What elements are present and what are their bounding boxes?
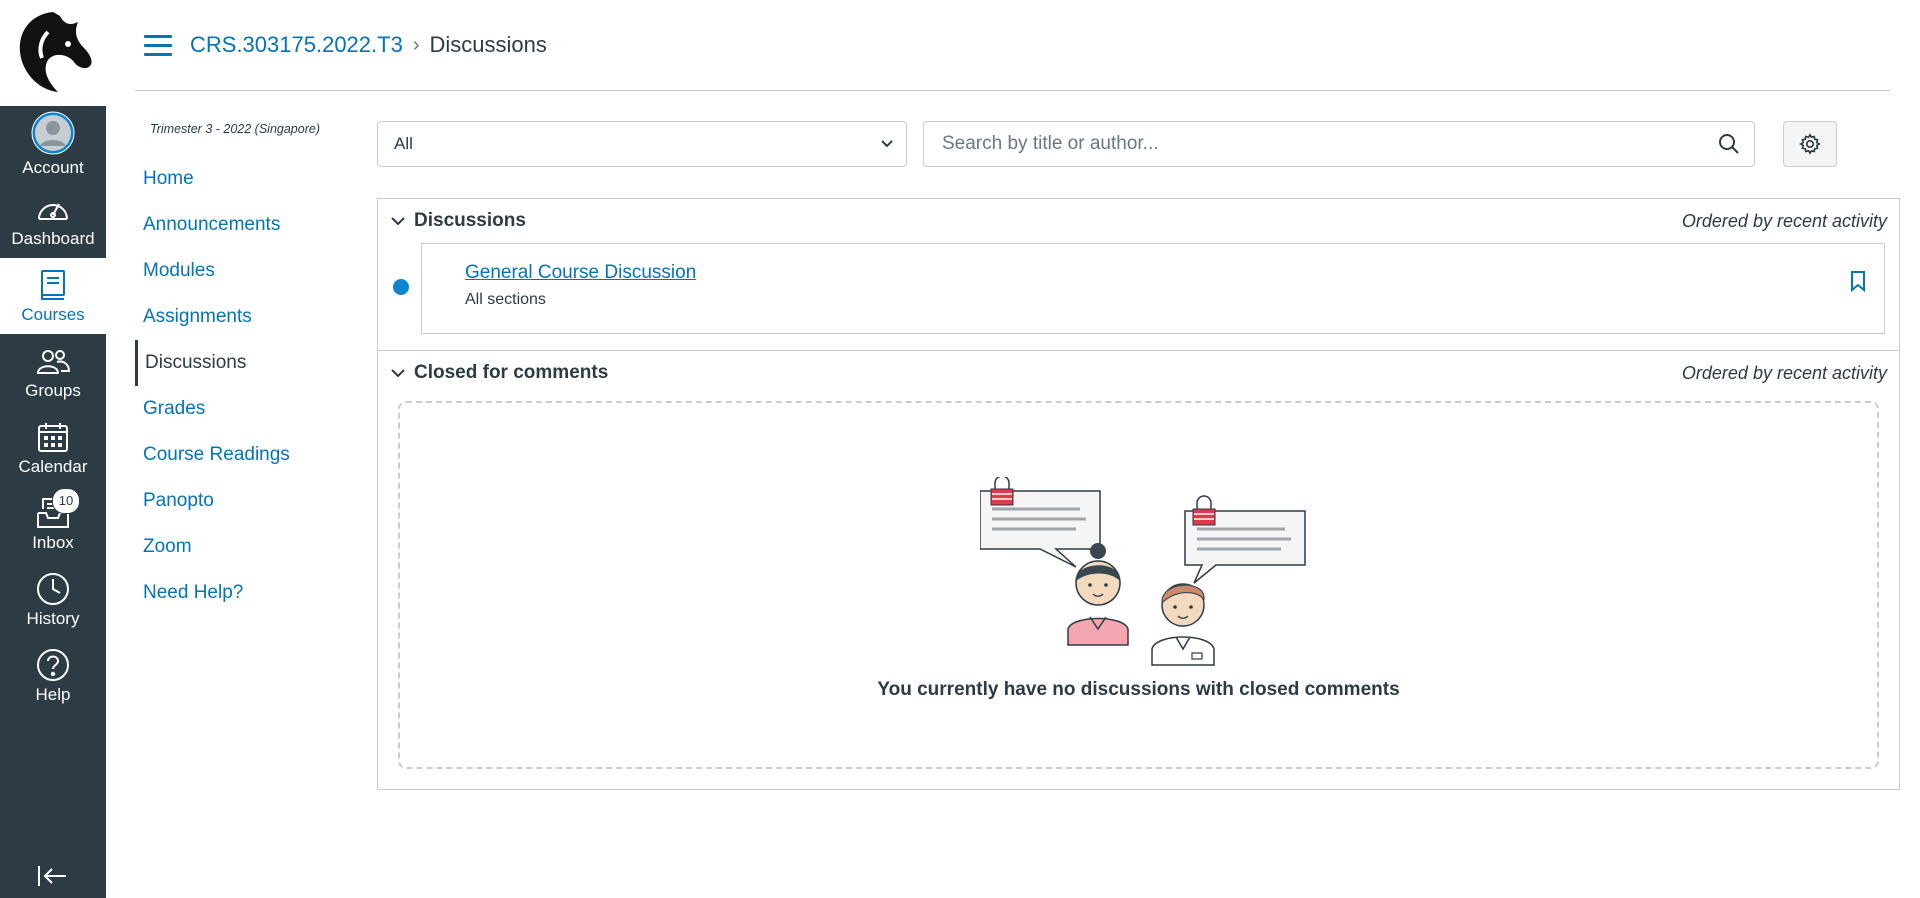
discussion-card[interactable]: General Course Discussion All sections [421, 243, 1885, 334]
course-nav-course-readings[interactable]: Course Readings [135, 432, 345, 478]
closed-empty-state: You currently have no discussions with c… [398, 401, 1879, 769]
course-nav-modules[interactable]: Modules [135, 248, 345, 294]
course-menu-toggle[interactable] [144, 29, 172, 62]
nav-inbox-label: Inbox [32, 532, 74, 552]
help-icon [36, 648, 70, 682]
gear-icon [1799, 133, 1821, 155]
closed-order-label: Ordered by recent activity [1681, 362, 1887, 383]
nav-courses[interactable]: Courses [0, 258, 106, 334]
breadcrumb-chevron-icon: › [412, 33, 420, 56]
course-nav-panopto[interactable]: Panopto [135, 478, 345, 524]
history-icon [36, 572, 70, 606]
inbox-unread-badge: 10 [52, 488, 80, 514]
course-nav: Trimester 3 - 2022 (Singapore) Home Anno… [135, 110, 345, 616]
search-input[interactable] [940, 132, 1718, 156]
discussions-toolbar: All [377, 120, 1900, 168]
discussions-main: All Discussions [377, 120, 1900, 790]
closed-empty-message: You currently have no discussions with c… [877, 679, 1400, 700]
nav-courses-label: Courses [21, 304, 85, 324]
dashboard-icon [35, 192, 71, 226]
courses-icon [39, 268, 67, 302]
avatar-icon [31, 111, 75, 155]
search-icon[interactable] [1718, 133, 1740, 155]
nav-dashboard[interactable]: Dashboard [0, 182, 106, 258]
page-header: CRS.303175.2022.T3 › Discussions [135, 0, 1890, 91]
course-nav-grades[interactable]: Grades [135, 386, 345, 432]
nav-account[interactable]: Account [0, 106, 106, 182]
course-nav-need-help[interactable]: Need Help? [135, 570, 345, 616]
discussions-order-label: Ordered by recent activity [1681, 210, 1887, 231]
groups-icon [35, 344, 71, 378]
discussion-list-item: General Course Discussion All sections [378, 243, 1899, 336]
chevron-down-icon [390, 215, 406, 227]
course-nav-home[interactable]: Home [135, 156, 345, 202]
course-nav-assignments[interactable]: Assignments [135, 294, 345, 340]
nav-history-label: History [26, 608, 80, 628]
filter-select[interactable]: All [377, 121, 907, 167]
breadcrumb-course-link[interactable]: CRS.303175.2022.T3 [190, 32, 403, 58]
nav-history[interactable]: History [0, 562, 106, 638]
nav-groups[interactable]: Groups [0, 334, 106, 410]
filter-select-value: All [394, 134, 413, 153]
nav-calendar-label: Calendar [18, 456, 88, 476]
collapse-arrow-icon [38, 866, 66, 886]
calendar-icon [37, 420, 69, 454]
discussion-sections-label: All sections [465, 291, 546, 308]
nav-inbox[interactable]: 10 Inbox [0, 486, 106, 562]
discussions-section-header[interactable]: Discussions Ordered by recent activity [378, 199, 1899, 243]
closed-discussions-illustration [979, 475, 1310, 672]
discussion-title-link[interactable]: General Course Discussion [465, 262, 696, 284]
nav-help[interactable]: Help [0, 638, 106, 714]
nav-help-label: Help [35, 684, 71, 704]
chevron-down-icon [881, 140, 893, 148]
horse-logo-icon [19, 12, 92, 92]
nav-dashboard-label: Dashboard [11, 228, 95, 248]
closed-section-title: Closed for comments [414, 362, 609, 383]
nav-groups-label: Groups [25, 380, 81, 400]
nav-account-label: Account [22, 157, 84, 177]
course-nav-discussions[interactable]: Discussions [135, 340, 345, 386]
discussions-section-title: Discussions [414, 210, 526, 231]
search-box [923, 121, 1755, 167]
closed-section-header[interactable]: Closed for comments Ordered by recent ac… [378, 351, 1899, 395]
collapse-nav-button[interactable] [0, 864, 106, 888]
chevron-down-icon [390, 367, 406, 379]
course-nav-announcements[interactable]: Announcements [135, 202, 345, 248]
discussions-panel: Discussions Ordered by recent activity G… [377, 198, 1900, 790]
breadcrumb-current: Discussions [429, 32, 547, 57]
course-term: Trimester 3 - 2022 (Singapore) [150, 122, 320, 136]
nav-calendar[interactable]: Calendar [0, 410, 106, 486]
course-nav-zoom[interactable]: Zoom [135, 524, 345, 570]
global-nav: Account Dashboard Courses Groups Calenda… [0, 0, 106, 898]
breadcrumb: CRS.303175.2022.T3 › Discussions [190, 32, 547, 58]
bookmark-icon[interactable] [1850, 270, 1866, 297]
unread-indicator [393, 279, 409, 295]
discussion-settings-button[interactable] [1783, 121, 1837, 167]
institution-logo[interactable] [0, 0, 106, 106]
